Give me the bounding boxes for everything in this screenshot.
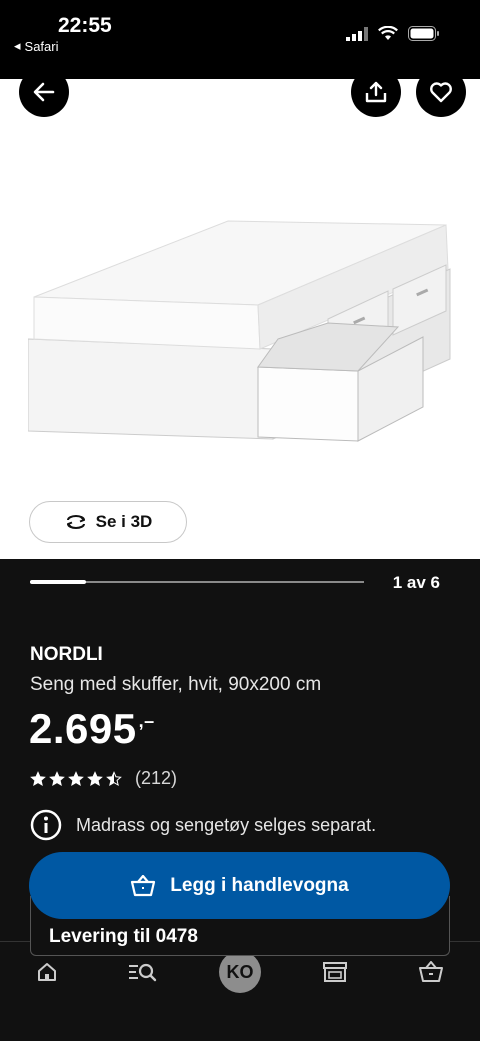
nav-search[interactable] bbox=[112, 950, 172, 994]
rotate-3d-icon bbox=[66, 515, 85, 529]
product-description: Seng med skuffer, hvit, 90x200 cm bbox=[30, 674, 322, 695]
heart-icon bbox=[430, 82, 452, 103]
add-to-cart-button[interactable]: Legg i handlevogna bbox=[29, 852, 450, 919]
product-details: 1 av 6 NORDLI Seng med skuffer, hvit, 90… bbox=[0, 559, 480, 956]
star-full-icon bbox=[30, 770, 46, 786]
star-full-icon bbox=[87, 770, 103, 786]
view-3d-label: Se i 3D bbox=[95, 512, 153, 531]
carousel-progress bbox=[30, 580, 364, 584]
status-bar: 22:55 ◂ Safari bbox=[0, 0, 480, 79]
search-icon bbox=[129, 963, 157, 982]
battery-icon bbox=[408, 26, 439, 41]
wifi-icon bbox=[378, 26, 398, 40]
nav-store[interactable] bbox=[305, 950, 365, 994]
product-image-carousel[interactable]: Se i 3D bbox=[0, 79, 480, 559]
carousel-progress-fill bbox=[30, 580, 86, 584]
product-rating[interactable]: (212) bbox=[30, 768, 177, 789]
product-price: 2.695 ,– bbox=[29, 705, 155, 753]
separate-sale-notice: Madrass og sengetøy selges separat. bbox=[30, 809, 376, 841]
arrow-left-icon bbox=[33, 82, 55, 102]
back-to-safari[interactable]: ◂ Safari bbox=[14, 38, 59, 54]
favorite-button[interactable] bbox=[416, 79, 466, 117]
nav-profile[interactable]: KO bbox=[210, 950, 270, 994]
cart-icon bbox=[131, 874, 156, 896]
add-to-cart-label: Legg i handlevogna bbox=[170, 874, 349, 896]
share-button[interactable] bbox=[351, 79, 401, 117]
carousel-page-counter: 1 av 6 bbox=[392, 573, 440, 592]
star-half-icon bbox=[106, 770, 122, 786]
profile-avatar: KO bbox=[219, 951, 261, 993]
info-icon bbox=[30, 809, 62, 841]
back-triangle-icon: ◂ bbox=[14, 38, 21, 53]
cart-icon bbox=[419, 961, 443, 982]
price-suffix: ,– bbox=[138, 711, 155, 731]
bottom-navigation: KO bbox=[0, 941, 480, 1041]
rating-count: (212) bbox=[135, 768, 178, 788]
nav-home[interactable] bbox=[17, 950, 77, 994]
store-icon bbox=[323, 962, 347, 982]
nav-cart[interactable] bbox=[401, 950, 461, 994]
status-icons bbox=[346, 26, 440, 41]
product-image-bed bbox=[28, 220, 451, 442]
delivery-label: Levering til 0478 bbox=[49, 926, 198, 947]
back-app-label: Safari bbox=[24, 38, 59, 54]
home-icon bbox=[38, 963, 56, 981]
status-time: 22:55 bbox=[58, 14, 112, 37]
star-full-icon bbox=[68, 770, 84, 786]
star-full-icon bbox=[49, 770, 65, 786]
signal-icon bbox=[346, 26, 368, 41]
view-3d-button[interactable]: Se i 3D bbox=[29, 501, 187, 543]
rating-stars bbox=[30, 770, 122, 787]
share-icon bbox=[365, 81, 387, 103]
product-name: NORDLI bbox=[30, 644, 103, 665]
price-value: 2.695 bbox=[29, 705, 137, 752]
notice-text: Madrass og sengetøy selges separat. bbox=[76, 814, 377, 835]
back-button[interactable] bbox=[19, 79, 69, 117]
